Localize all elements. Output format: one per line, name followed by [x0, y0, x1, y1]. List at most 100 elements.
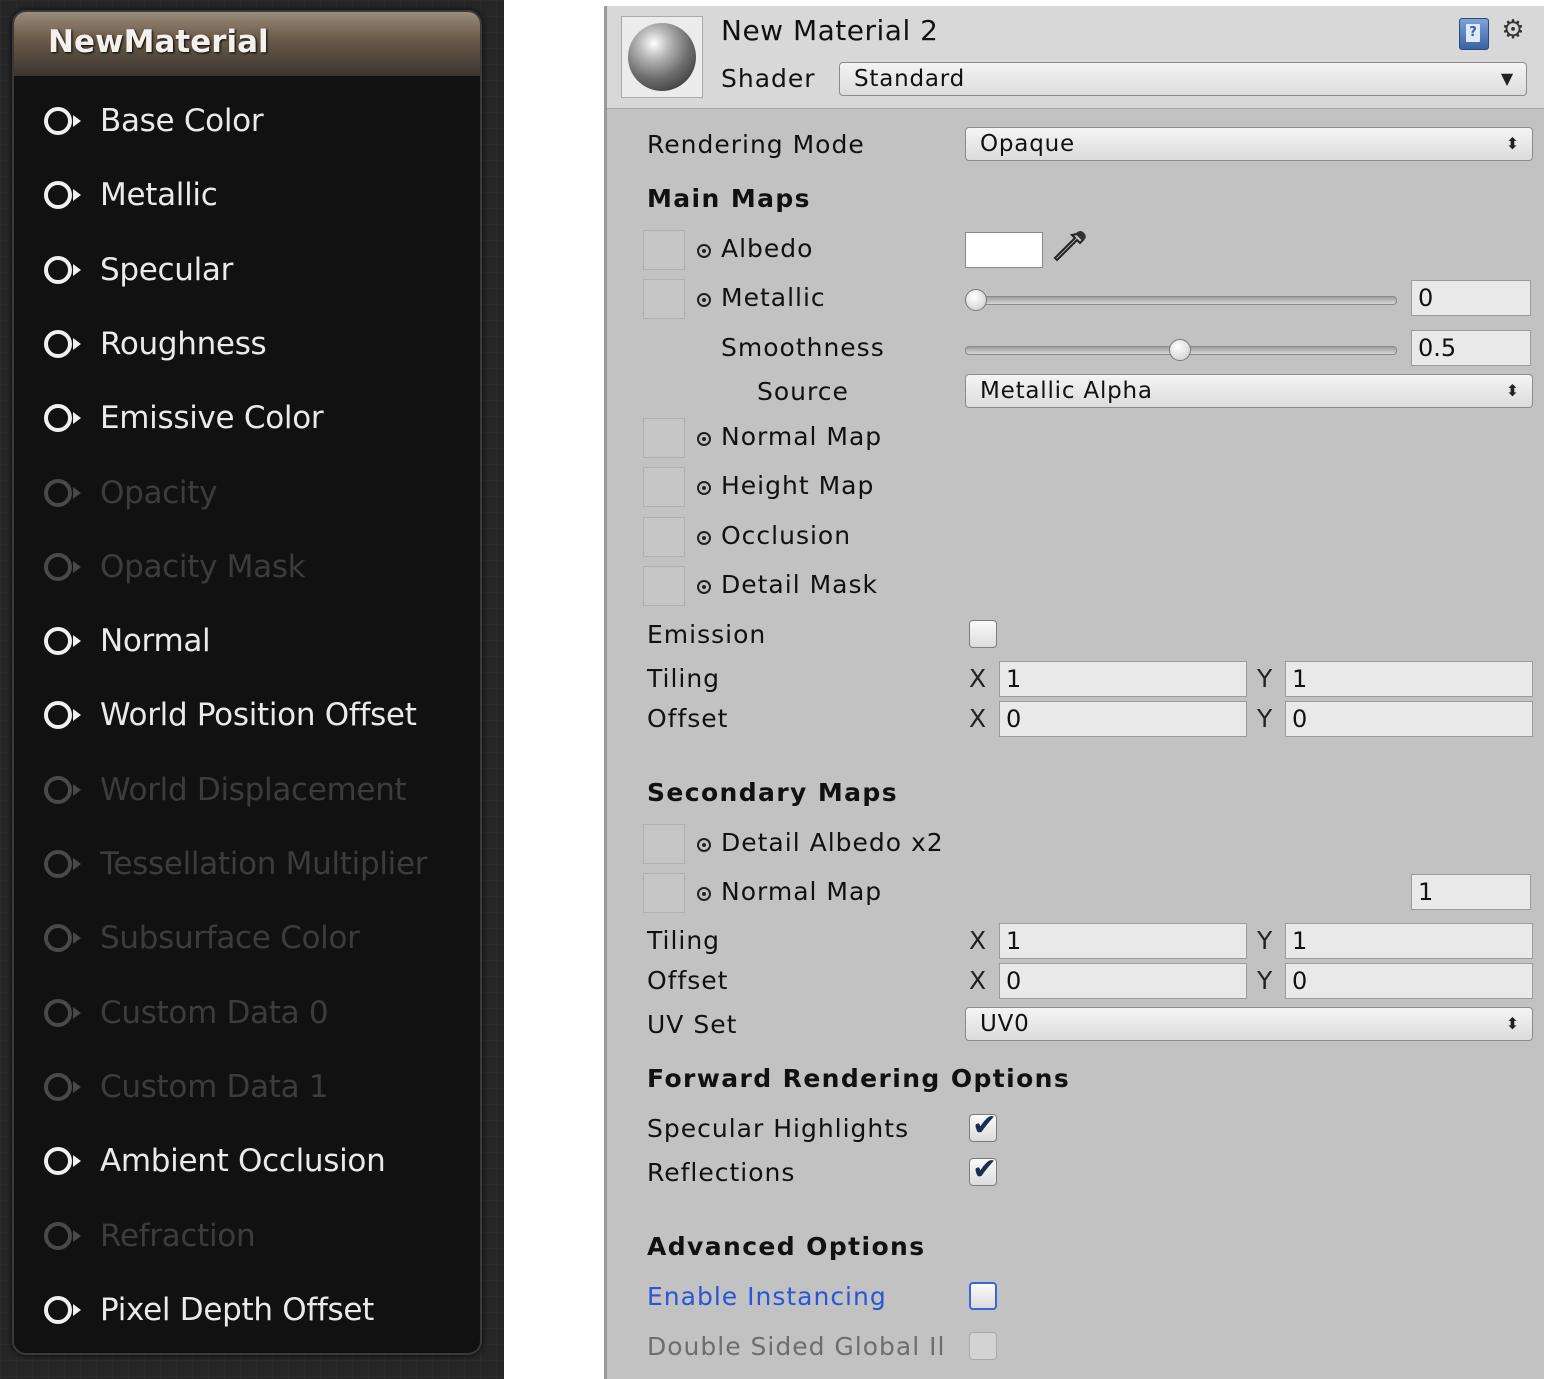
- help-book-icon[interactable]: ?: [1459, 18, 1489, 50]
- node-pin[interactable]: Custom Data 0: [14, 976, 480, 1050]
- object-picker-icon[interactable]: [697, 838, 711, 852]
- pin-connector-icon[interactable]: [42, 253, 86, 287]
- eyedropper-icon[interactable]: [1049, 228, 1089, 268]
- pin-connector-icon[interactable]: [42, 401, 86, 435]
- object-picker-icon[interactable]: [697, 244, 711, 258]
- offset-x-field[interactable]: 0: [999, 701, 1247, 737]
- reflections-checkbox[interactable]: ✔: [969, 1153, 997, 1187]
- node-pin[interactable]: Specular: [14, 233, 480, 307]
- rendering-mode-value: Opaque: [980, 131, 1075, 157]
- smoothness-slider-thumb[interactable]: [1169, 339, 1191, 361]
- object-picker-icon[interactable]: [697, 531, 711, 545]
- pin-connector-icon[interactable]: [42, 1144, 86, 1178]
- material-graph-canvas[interactable]: NewMaterial Base Color Metallic Specular Ro…: [0, 0, 504, 1379]
- secondary-tiling-x-axis-label: X: [969, 926, 987, 955]
- tiling-x-field[interactable]: 1: [999, 661, 1247, 697]
- material-result-node[interactable]: NewMaterial Base Color Metallic Specular Ro…: [12, 10, 482, 1355]
- uv-set-dropdown[interactable]: UV0 ⬍: [965, 1007, 1533, 1041]
- secondary-normal-map-texture-slot[interactable]: [643, 873, 685, 913]
- secondary-offset-y-field[interactable]: 0: [1285, 963, 1533, 999]
- occlusion-texture-slot[interactable]: [643, 517, 685, 557]
- normal-map-label: Normal Map: [721, 422, 883, 451]
- material-preview[interactable]: [621, 16, 703, 98]
- node-pin[interactable]: Opacity Mask: [14, 530, 480, 604]
- occlusion-label: Occlusion: [721, 521, 852, 550]
- pin-connector-icon[interactable]: [42, 476, 86, 510]
- node-pin[interactable]: Normal: [14, 604, 480, 678]
- detail-albedo-texture-slot[interactable]: [643, 824, 685, 864]
- secondary-offset-x-field[interactable]: 0: [999, 963, 1247, 999]
- offset-x-axis-label: X: [969, 704, 987, 733]
- pin-connector-icon[interactable]: [42, 847, 86, 881]
- pin-connector-icon[interactable]: [42, 698, 86, 732]
- pin-connector-icon[interactable]: [42, 921, 86, 955]
- shader-dropdown[interactable]: Standard ▼: [839, 62, 1527, 96]
- pin-connector-icon[interactable]: [42, 1219, 86, 1253]
- detail-mask-texture-slot[interactable]: [643, 566, 685, 606]
- secondary-tiling-x-field[interactable]: 1: [999, 923, 1247, 959]
- smoothness-value-field[interactable]: 0.5: [1411, 330, 1531, 366]
- emission-checkbox[interactable]: [969, 620, 997, 648]
- node-pin[interactable]: Metallic: [14, 158, 480, 232]
- albedo-texture-slot[interactable]: [643, 230, 685, 270]
- pin-connector-icon[interactable]: [42, 1293, 86, 1327]
- pin-connector-icon[interactable]: [42, 773, 86, 807]
- height-map-texture-slot[interactable]: [643, 467, 685, 507]
- secondary-offset-label: Offset: [647, 966, 729, 995]
- object-picker-icon[interactable]: [697, 432, 711, 446]
- node-pin[interactable]: World Displacement: [14, 753, 480, 827]
- uv-set-label: UV Set: [647, 1010, 738, 1039]
- node-pin[interactable]: Ambient Occlusion: [14, 1124, 480, 1198]
- node-pin[interactable]: Base Color: [14, 84, 480, 158]
- pin-connector-icon[interactable]: [42, 104, 86, 138]
- node-pin[interactable]: Opacity: [14, 456, 480, 530]
- pin-connector-icon[interactable]: [42, 178, 86, 212]
- specular-highlights-checkbox[interactable]: ✔: [969, 1109, 997, 1143]
- secondary-offset-x-axis-label: X: [969, 966, 987, 995]
- pin-connector-icon[interactable]: [42, 327, 86, 361]
- pin-connector-icon[interactable]: [42, 624, 86, 658]
- node-pin[interactable]: Emissive Color: [14, 381, 480, 455]
- metallic-label: Metallic: [721, 283, 826, 312]
- metallic-value-field[interactable]: 0: [1411, 280, 1531, 316]
- double-sided-gi-checkbox[interactable]: [969, 1332, 997, 1360]
- pin-label: Custom Data 0: [100, 994, 329, 1031]
- shader-dropdown-value: Standard: [854, 66, 966, 92]
- gear-icon[interactable]: ⚙: [1497, 14, 1529, 46]
- tiling-y-field[interactable]: 1: [1285, 661, 1533, 697]
- object-picker-icon[interactable]: [697, 481, 711, 495]
- pin-connector-icon[interactable]: [42, 996, 86, 1030]
- albedo-color-swatch[interactable]: [965, 232, 1043, 268]
- metallic-slider-thumb[interactable]: [965, 289, 987, 311]
- pin-label: World Displacement: [100, 771, 407, 808]
- source-dropdown[interactable]: Metallic Alpha ⬍: [965, 374, 1533, 408]
- object-picker-icon[interactable]: [697, 293, 711, 307]
- node-pin[interactable]: Subsurface Color: [14, 901, 480, 975]
- normal-map-texture-slot[interactable]: [643, 418, 685, 458]
- source-label: Source: [757, 377, 849, 406]
- node-pin[interactable]: Tessellation Multiplier: [14, 827, 480, 901]
- object-picker-icon[interactable]: [697, 887, 711, 901]
- secondary-normal-scale-field[interactable]: 1: [1411, 874, 1531, 910]
- node-title: NewMaterial: [48, 24, 269, 60]
- metallic-texture-slot[interactable]: [643, 279, 685, 319]
- pin-connector-icon[interactable]: [42, 550, 86, 584]
- node-pin[interactable]: Pixel Depth Offset: [14, 1273, 480, 1347]
- node-pin[interactable]: Custom Data 1: [14, 1050, 480, 1124]
- node-pin[interactable]: World Position Offset: [14, 678, 480, 752]
- node-header[interactable]: NewMaterial: [14, 12, 480, 76]
- secondary-tiling-y-axis-label: Y: [1257, 926, 1273, 955]
- enable-instancing-checkbox[interactable]: [969, 1282, 997, 1310]
- node-pin[interactable]: Roughness: [14, 307, 480, 381]
- metallic-slider-track[interactable]: [965, 296, 1397, 305]
- rendering-mode-dropdown[interactable]: Opaque ⬍: [965, 127, 1533, 161]
- smoothness-label: Smoothness: [721, 333, 885, 362]
- offset-y-field[interactable]: 0: [1285, 701, 1533, 737]
- pin-label: Refraction: [100, 1217, 256, 1254]
- tiling-x-axis-label: X: [969, 664, 987, 693]
- pin-connector-icon[interactable]: [42, 1070, 86, 1104]
- specular-highlights-label: Specular Highlights: [647, 1114, 910, 1143]
- object-picker-icon[interactable]: [697, 580, 711, 594]
- node-pin[interactable]: Refraction: [14, 1199, 480, 1273]
- secondary-tiling-y-field[interactable]: 1: [1285, 923, 1533, 959]
